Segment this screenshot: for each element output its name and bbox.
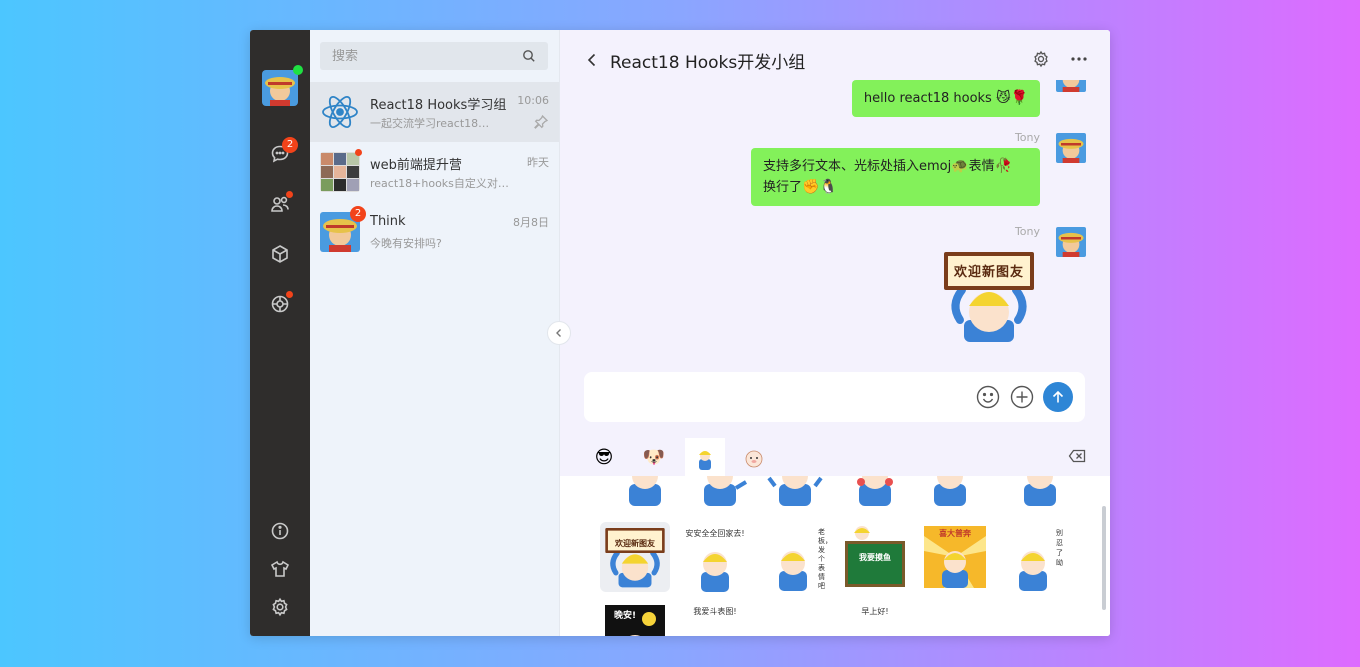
conversation-time: 10:06 (517, 94, 549, 107)
send-button[interactable] (1043, 382, 1073, 412)
sticker-caption: 老板，发个表情吧 (818, 528, 832, 590)
tab-pig-stickers[interactable] (734, 438, 774, 476)
add-plus-icon[interactable] (1009, 384, 1035, 410)
conversation-name: web前端提升营 (370, 158, 462, 173)
sticker-caption: 别忍了呦 (1056, 529, 1063, 567)
conversation-unread-badge: 2 (350, 206, 366, 222)
sticker-message[interactable]: 欢迎新图友 (942, 250, 1036, 342)
sticker-item-cloud[interactable] (760, 600, 830, 636)
header-actions (1032, 50, 1088, 68)
chat-unread-badge: 2 (282, 137, 298, 153)
sticker-item[interactable] (685, 476, 755, 506)
conversation-notification-dot (355, 149, 362, 156)
sticker-caption: 早上好! (861, 607, 889, 616)
skin-tshirt-icon[interactable] (268, 557, 292, 581)
settings-gear-icon[interactable] (1032, 50, 1050, 68)
my-avatar[interactable] (262, 70, 298, 106)
sticker-item[interactable] (840, 476, 910, 506)
sender-name: Tony (1014, 131, 1040, 144)
sender-avatar[interactable] (1056, 227, 1086, 257)
conversation-name: React18 Hooks学习组 (370, 98, 507, 113)
sticker-caption: 喜大普奔 (939, 529, 971, 538)
conversation-preview: react18+hooks自定义对… (370, 177, 509, 190)
sticker-item-blackboard[interactable]: 我要摸鱼 (840, 522, 910, 592)
arrow-up-icon (1052, 390, 1064, 403)
emoji-smile-icon[interactable] (975, 384, 1001, 410)
app-window: 2 React18 Hooks (250, 30, 1110, 636)
sticker-item-celebrate[interactable]: 喜大普奔 (920, 522, 990, 592)
message-bubble[interactable]: 支持多行文本、光标处插入emoj🐢表情🥀 换行了✊🐧 (751, 148, 1040, 206)
sender-avatar[interactable] (1056, 80, 1086, 92)
message-text: hello react18 hooks (863, 91, 992, 106)
message-emojis: 😼🌹 (995, 90, 1028, 106)
sticker-item-good-morning[interactable]: 早上好! (840, 600, 910, 636)
chat-title: React18 Hooks开发小组 (610, 52, 806, 73)
tab-dog-stickers[interactable]: 🐶 (634, 438, 674, 476)
sticker-item-love-stickers[interactable]: 我爱斗表图! (680, 600, 750, 636)
sticker-item-boss[interactable]: 老板，发个表情吧 (760, 522, 832, 592)
backspace-icon (1068, 449, 1086, 463)
cube-icon[interactable] (268, 242, 292, 266)
sticker-caption: 我要摸鱼 (859, 553, 891, 562)
editor-tools (975, 382, 1073, 412)
backspace-button[interactable] (1068, 448, 1086, 467)
back-chevron-icon[interactable] (584, 52, 600, 68)
conversation-item-web-frontend[interactable]: web前端提升营 昨天 react18+hooks自定义对… (310, 142, 559, 202)
search-input[interactable] (332, 48, 522, 64)
message-text: 表情 (968, 159, 995, 174)
sticker-caption: 安安全全回家去! (685, 529, 745, 538)
message-text: 换行了 (763, 180, 803, 195)
collapse-sidebar-button[interactable] (547, 321, 571, 345)
conversation-item-react18-hooks[interactable]: React18 Hooks学习组 10:06 一起交流学习react18… (310, 82, 559, 142)
emoji-category-tabs: 😎 🐶 (584, 438, 1094, 476)
conversation-name: Think (370, 214, 406, 229)
chat-panel: React18 Hooks开发小组 hello react18 hooks 😼🌹… (560, 30, 1110, 636)
sticker-caption: 欢迎新图友 (615, 539, 655, 548)
conversation-preview: 一起交流学习react18… (370, 117, 490, 130)
sticker-item[interactable] (760, 476, 830, 506)
sticker-caption: 我爱斗表图! (693, 607, 737, 616)
settings-gear-icon[interactable] (268, 595, 292, 619)
more-options-icon[interactable] (1070, 50, 1088, 68)
conversation-list: React18 Hooks学习组 10:06 一起交流学习react18… we… (310, 30, 571, 636)
fist-penguin-emojis: ✊🐧 (802, 179, 837, 195)
sticker-panel: 欢迎新图友 安安全全回家去! 老板，发个表情吧 我要摸鱼 喜大普奔 别忍了呦 晚… (560, 476, 1110, 636)
sticker-item-good-night[interactable]: 晚安! (600, 600, 670, 636)
conversation-item-think[interactable]: 2 Think 8月8日 今晚有安排吗? (310, 202, 559, 262)
pin-icon[interactable] (533, 114, 549, 134)
sticker-caption: 欢迎新图友 (953, 265, 1024, 280)
sticker-item[interactable] (1005, 476, 1075, 506)
conversation-time: 8月8日 (513, 216, 549, 229)
conversation-preview: 今晚有安排吗? (370, 237, 442, 250)
sticker-caption: 晚安! (614, 611, 637, 621)
sticker-item[interactable] (610, 476, 680, 506)
sticker-item[interactable] (915, 476, 985, 506)
turtle-emoji: 🐢 (951, 158, 969, 174)
tab-emoji[interactable]: 😎 (584, 438, 624, 476)
sender-avatar[interactable] (1056, 133, 1086, 163)
tab-worker-stickers[interactable] (685, 438, 725, 476)
moments-notification-dot (286, 291, 293, 298)
search-icon[interactable] (522, 49, 536, 63)
message-bubble[interactable]: hello react18 hooks 😼🌹 (851, 80, 1040, 117)
online-status-dot (293, 65, 303, 75)
sticker-item-welcome[interactable]: 欢迎新图友 (600, 522, 670, 592)
rose-emoji: 🥀 (994, 158, 1013, 174)
sticker-scrollbar[interactable] (1102, 506, 1106, 610)
react-logo-avatar (320, 92, 360, 132)
message-text: 支持多行文本、光标处插入emoj (763, 159, 952, 174)
conversation-time: 昨天 (527, 156, 549, 169)
sender-name: Tony (1014, 225, 1040, 238)
search-bar (320, 42, 548, 70)
contacts-notification-dot (286, 191, 293, 198)
sticker-item-dont-hold[interactable]: 别忍了呦 (1000, 522, 1070, 592)
group-mosaic-avatar (320, 152, 360, 192)
sticker-item-go-home[interactable]: 安安全全回家去! (680, 522, 750, 592)
info-icon[interactable] (268, 519, 292, 543)
message-list: hello react18 hooks 😼🌹 Tony 支持多行文本、光标处插入… (560, 80, 1110, 342)
message-editor[interactable] (584, 372, 1085, 422)
nav-rail: 2 (250, 30, 310, 636)
chevron-left-icon (556, 329, 561, 337)
